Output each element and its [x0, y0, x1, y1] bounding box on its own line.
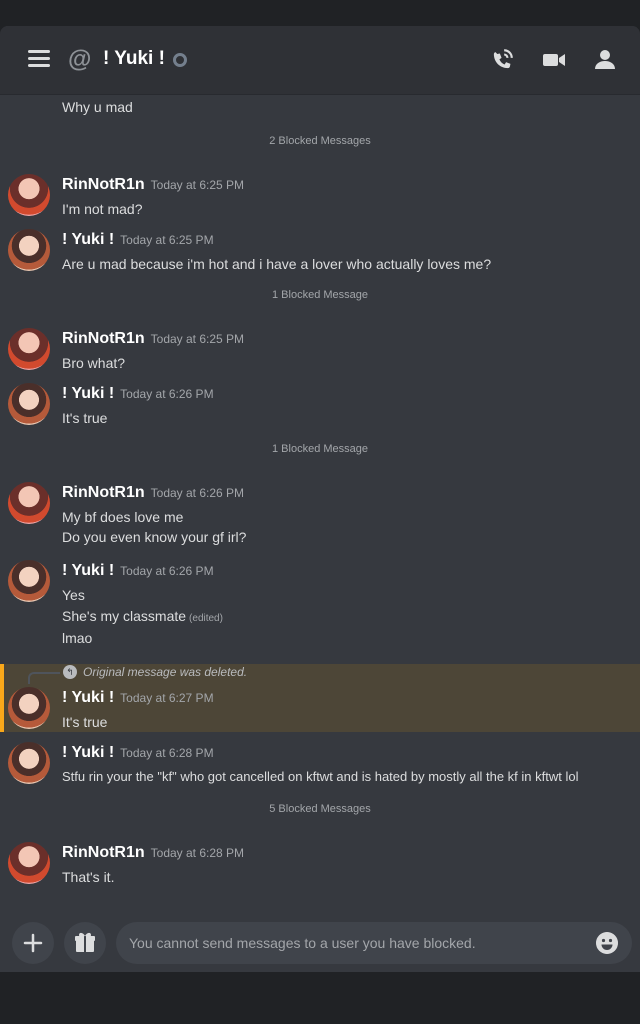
edited-tag: (edited) [189, 613, 223, 624]
username[interactable]: ! Yuki ! Today at 6:25 PM [62, 231, 214, 249]
message-composer: You cannot send messages to a user you h… [0, 904, 640, 972]
avatar[interactable] [8, 383, 50, 425]
avatar[interactable] [8, 842, 50, 884]
reply-connector [28, 672, 60, 684]
avatar[interactable] [8, 560, 50, 602]
avatar[interactable] [8, 742, 50, 784]
plus-icon [23, 933, 43, 953]
username[interactable]: ! Yuki ! Today at 6:26 PM [62, 562, 214, 580]
timestamp: Today at 6:28 PM [120, 746, 214, 760]
at-icon: @ [68, 46, 92, 73]
add-attachment-button[interactable] [12, 922, 54, 964]
timestamp: Today at 6:26 PM [150, 486, 245, 500]
username[interactable]: ! Yuki ! Today at 6:27 PM [62, 689, 214, 707]
message-input[interactable]: You cannot send messages to a user you h… [116, 922, 632, 964]
message-line: Yes [62, 587, 85, 603]
message-line: My bf does love me [62, 509, 184, 525]
timestamp: Today at 6:26 PM [120, 564, 214, 578]
message-line: Bro what? [62, 355, 126, 371]
emoji-icon[interactable] [596, 932, 618, 954]
message-line: Do you even know your gf irl? [62, 529, 247, 545]
avatar[interactable] [8, 229, 50, 271]
gift-icon [75, 932, 95, 952]
timestamp: Today at 6:26 PM [120, 387, 214, 401]
timestamp: Today at 6:25 PM [150, 332, 245, 346]
username[interactable]: ! Yuki ! Today at 6:28 PM [62, 744, 214, 762]
member-list-icon[interactable] [592, 47, 618, 73]
username[interactable]: RinNotR1n Today at 6:26 PM [62, 484, 244, 502]
blocked-messages-notice[interactable]: 2 Blocked Messages [0, 135, 640, 147]
blocked-messages-notice[interactable]: 1 Blocked Message [0, 289, 640, 301]
message-line: It's true [62, 714, 108, 730]
username[interactable]: RinNotR1n Today at 6:25 PM [62, 176, 244, 194]
message-line: Stfu rin your the "kf" who got cancelled… [62, 769, 579, 784]
video-call-icon[interactable] [541, 47, 567, 73]
username[interactable]: RinNotR1n Today at 6:28 PM [62, 844, 244, 862]
message-line: I'm not mad? [62, 201, 143, 217]
username[interactable]: ! Yuki ! Today at 6:26 PM [62, 385, 214, 403]
system-navigation-bar [0, 972, 640, 1024]
device-status-strip [0, 0, 640, 26]
reply-reference[interactable]: Original message was deleted. [83, 665, 247, 679]
channel-title: ! Yuki ! [103, 48, 165, 69]
timestamp: Today at 6:25 PM [120, 233, 214, 247]
dm-window: @ ! Yuki ! Why u mad 2 Blocked Messages … [0, 26, 640, 972]
timestamp: Today at 6:25 PM [150, 178, 245, 192]
message-line: It's true [62, 410, 108, 426]
message-line: lmao [62, 630, 93, 646]
phone-call-icon[interactable] [489, 47, 515, 73]
avatar[interactable] [8, 482, 50, 524]
timestamp: Today at 6:28 PM [150, 846, 245, 860]
avatar[interactable] [8, 687, 50, 729]
menu-icon[interactable] [28, 50, 50, 68]
gift-button[interactable] [64, 922, 106, 964]
message-line: That's it. [62, 869, 115, 885]
reply-icon: ↰ [63, 665, 77, 679]
channel-header: @ ! Yuki ! [0, 26, 640, 94]
message-input-placeholder: You cannot send messages to a user you h… [129, 935, 476, 951]
message-line: She's my classmate (edited) [62, 608, 223, 624]
offline-status-icon [173, 53, 187, 67]
message-line: Why u mad [62, 99, 133, 115]
blocked-messages-notice[interactable]: 1 Blocked Message [0, 443, 640, 455]
avatar[interactable] [8, 174, 50, 216]
message-list[interactable]: Why u mad 2 Blocked Messages RinNotR1n To… [0, 94, 640, 904]
message-line: Are u mad because i'm hot and i have a l… [62, 256, 492, 272]
username[interactable]: RinNotR1n Today at 6:25 PM [62, 330, 244, 348]
timestamp: Today at 6:27 PM [120, 691, 214, 705]
avatar[interactable] [8, 328, 50, 370]
blocked-messages-notice[interactable]: 5 Blocked Messages [0, 803, 640, 815]
